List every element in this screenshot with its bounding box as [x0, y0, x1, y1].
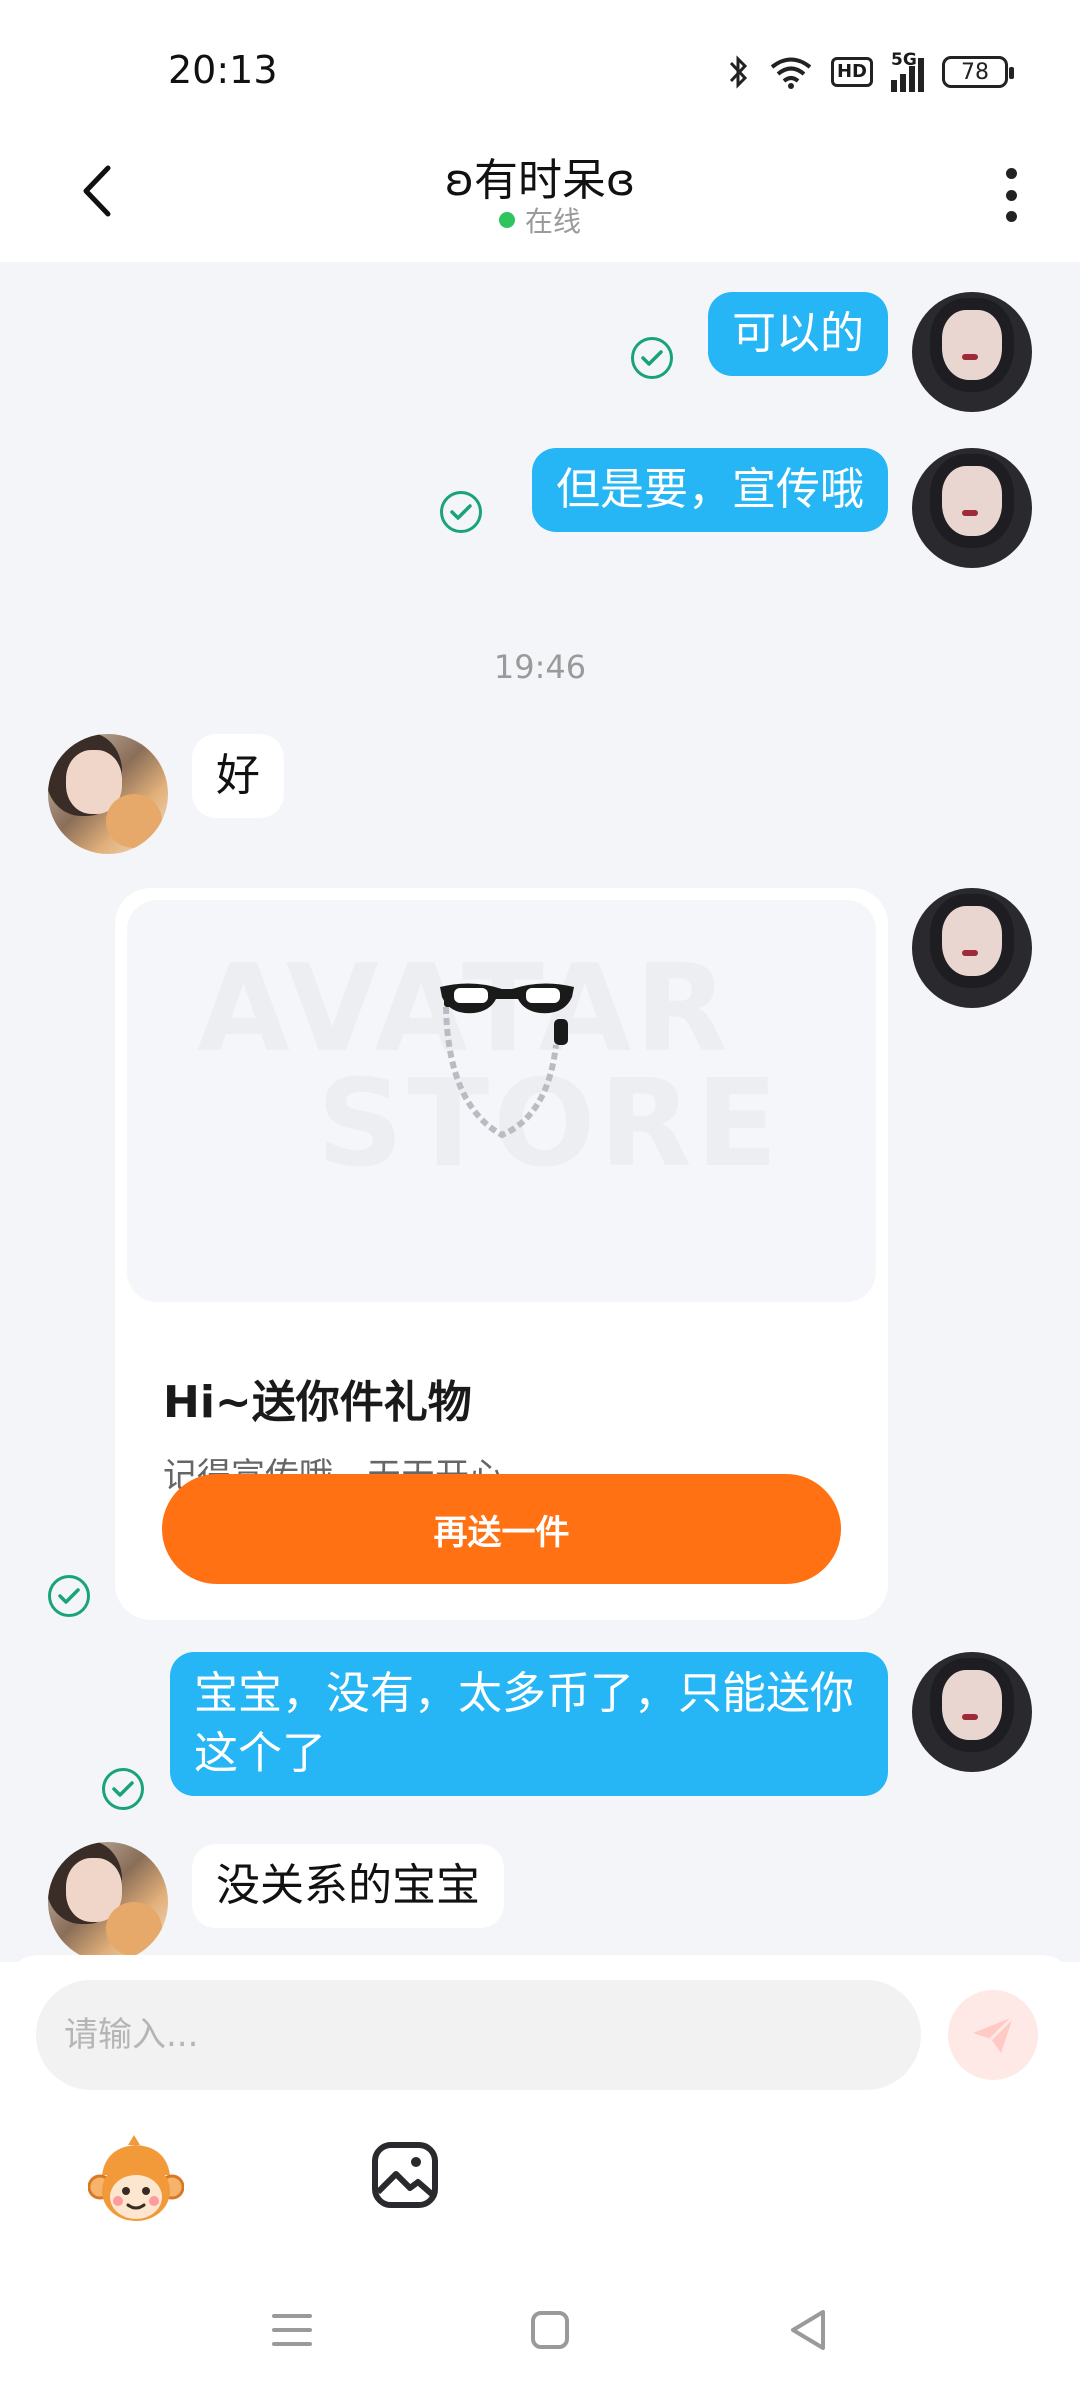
- chat-area[interactable]: 可以的 但是要，宣传哦 19:46 好 AVATAR STORE Hi~送你件礼…: [0, 262, 1080, 1962]
- status-time: 20:13: [168, 48, 278, 92]
- read-check-icon: [102, 1768, 144, 1810]
- network-label: 5G: [891, 50, 917, 70]
- nav-home-button[interactable]: [520, 2300, 580, 2360]
- status-bar: 20:13 HD 5G 78: [0, 0, 1080, 130]
- message-bubble[interactable]: 没关系的宝宝: [192, 1844, 504, 1928]
- message-bubble[interactable]: 可以的: [708, 292, 888, 376]
- read-check-icon: [48, 1575, 90, 1617]
- gift-title: Hi~送你件礼物: [163, 1377, 472, 1428]
- message-input[interactable]: [36, 1980, 921, 2090]
- contact-name: ʚ有时呆ɞ: [444, 155, 636, 206]
- status-icons: HD 5G 78: [727, 50, 1014, 94]
- nav-menu-button[interactable]: [262, 2300, 322, 2360]
- online-status: 在线: [0, 200, 1080, 240]
- read-check-icon: [631, 337, 673, 379]
- online-dot-icon: [498, 212, 515, 228]
- paper-plane-icon: [973, 2015, 1015, 2053]
- gift-card[interactable]: AVATAR STORE Hi~送你件礼物 记得宣传哦，天天开心 再送一件: [115, 888, 888, 1620]
- read-check-icon: [440, 491, 482, 533]
- my-avatar[interactable]: [912, 292, 1032, 412]
- send-another-gift-button[interactable]: 再送一件: [162, 1474, 841, 1584]
- my-avatar[interactable]: [912, 448, 1032, 568]
- hd-badge: HD: [830, 57, 873, 87]
- nav-back-button[interactable]: [778, 2300, 838, 2360]
- chat-header: ʚ有时呆ɞ 在线: [0, 130, 1080, 262]
- more-options-button[interactable]: [986, 160, 1036, 230]
- menu-icon: [272, 2314, 312, 2346]
- sticker-button[interactable]: [87, 2135, 185, 2231]
- home-square-icon: [531, 2311, 569, 2349]
- signal-icon: 5G: [891, 50, 924, 92]
- contact-avatar[interactable]: [48, 1842, 168, 1962]
- sunglasses-chain-icon: [440, 983, 574, 1139]
- my-avatar[interactable]: [912, 888, 1032, 1008]
- battery-indicator: 78: [942, 56, 1014, 88]
- image-button[interactable]: [370, 2140, 440, 2210]
- contact-avatar[interactable]: [48, 734, 168, 854]
- online-status-label: 在线: [524, 205, 581, 238]
- message-timestamp: 19:46: [493, 648, 587, 686]
- message-bubble[interactable]: 宝宝，没有，太多币了，只能送你这个了: [170, 1652, 888, 1796]
- my-avatar[interactable]: [912, 1652, 1032, 1772]
- monkey-sticker-icon: [87, 2135, 185, 2221]
- gift-image: AVATAR STORE: [127, 900, 876, 1302]
- image-icon: [372, 2142, 438, 2208]
- back-triangle-icon: [791, 2310, 825, 2350]
- bluetooth-icon: [729, 55, 748, 89]
- send-button[interactable]: [948, 1990, 1038, 2080]
- message-bubble[interactable]: 但是要，宣传哦: [532, 448, 888, 532]
- wifi-icon: [770, 57, 812, 89]
- system-nav-bar: [0, 2270, 1080, 2400]
- message-bubble[interactable]: 好: [192, 734, 284, 818]
